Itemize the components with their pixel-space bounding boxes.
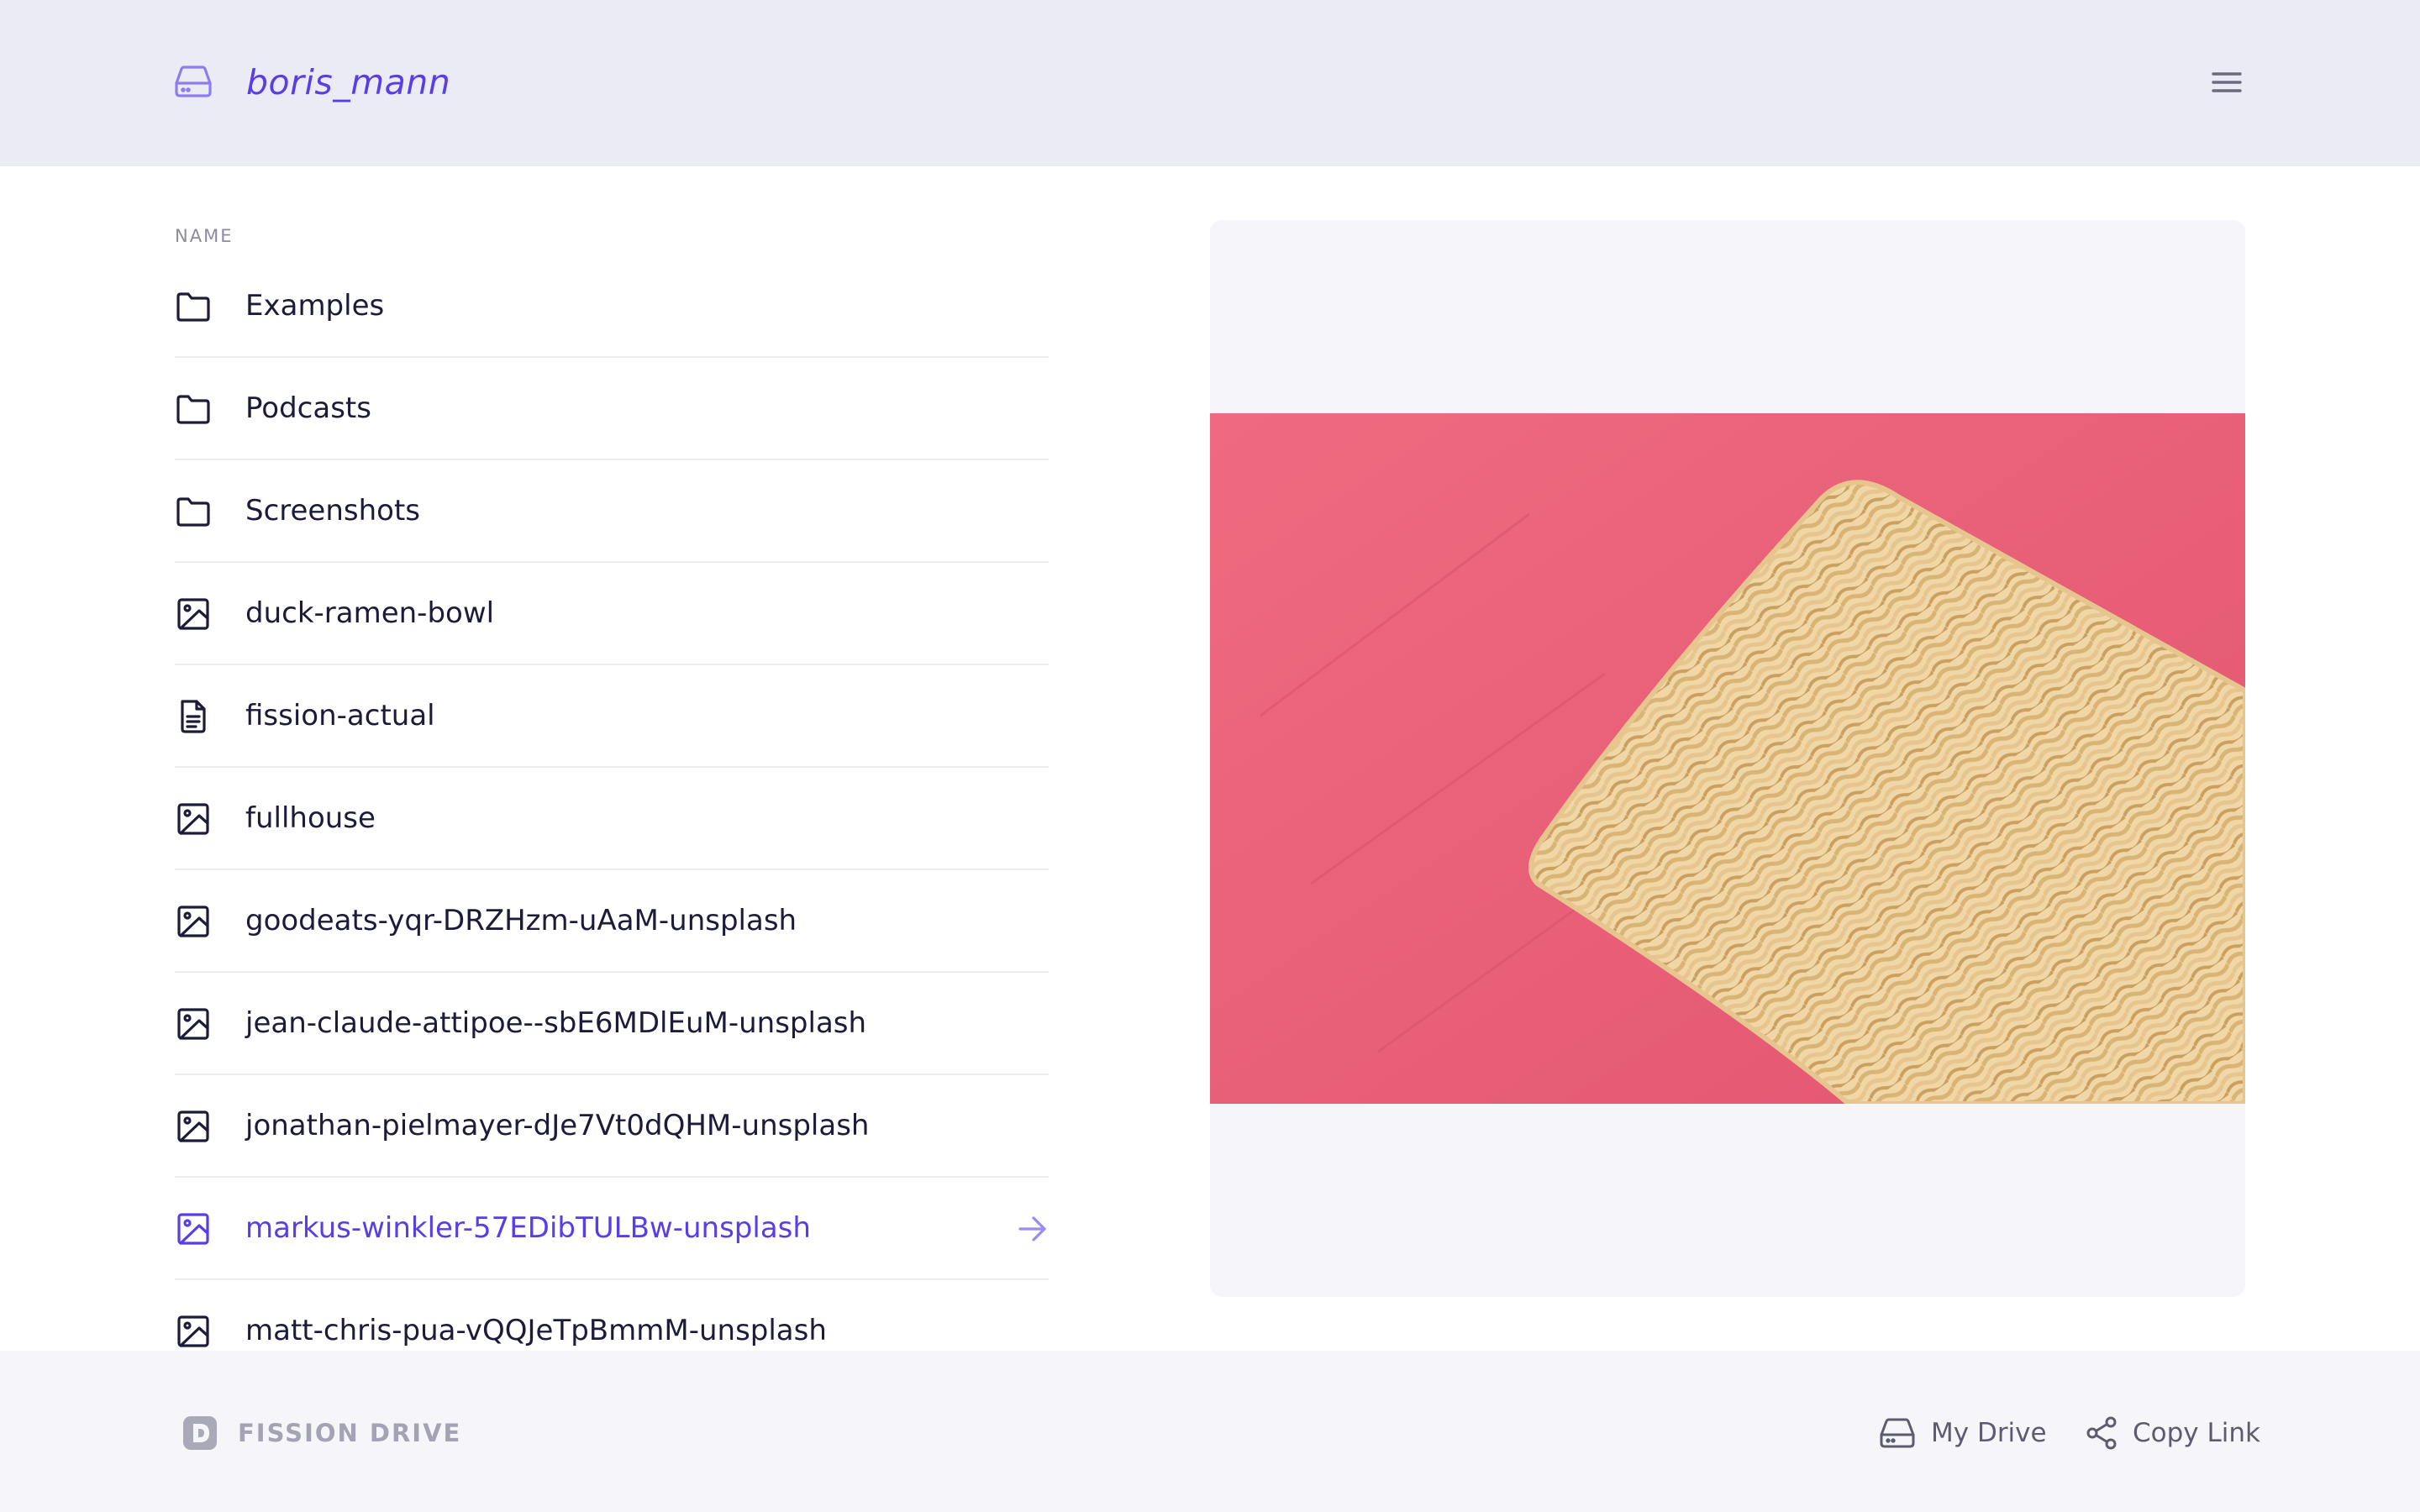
file-name: matt-chris-pua-vQQJeTpBmmM-unsplash bbox=[245, 1314, 827, 1347]
file-name: goodeats-yqr-DRZHzm-uAaM-unsplash bbox=[245, 904, 797, 937]
share-icon bbox=[2086, 1416, 2117, 1450]
my-drive-button[interactable]: My Drive bbox=[1879, 1411, 2047, 1455]
file-name: Podcasts bbox=[245, 391, 371, 425]
file-name: jonathan-pielmayer-dJe7Vt0dQHM-unsplash bbox=[245, 1109, 870, 1142]
file-name: Examples bbox=[245, 289, 385, 323]
hard-drive-icon bbox=[1880, 1418, 1915, 1448]
file-list: Examples Podcasts Screenshots duck-ramen… bbox=[175, 255, 1049, 1383]
name-column-header[interactable]: NAME bbox=[175, 225, 233, 247]
image-icon bbox=[177, 1110, 209, 1142]
file-row[interactable]: Podcasts bbox=[175, 358, 1049, 460]
file-preview-panel bbox=[1210, 220, 2245, 1297]
file-name: fission-actual bbox=[245, 699, 435, 732]
copy-link-button[interactable]: Copy Link bbox=[2084, 1411, 2260, 1455]
file-row[interactable]: Examples bbox=[175, 255, 1049, 358]
hard-drive-icon bbox=[175, 66, 212, 97]
folder-icon bbox=[176, 497, 210, 527]
file-row-selected[interactable]: markus-winkler-57EDibTULBw-unsplash bbox=[175, 1178, 1049, 1280]
image-icon bbox=[177, 803, 209, 835]
ramen-noodles-image bbox=[1210, 413, 2245, 1104]
image-icon bbox=[177, 1315, 209, 1347]
file-row[interactable]: Screenshots bbox=[175, 460, 1049, 563]
copy-link-label: Copy Link bbox=[2133, 1418, 2260, 1448]
hamburger-menu-icon[interactable] bbox=[2208, 66, 2245, 99]
file-name: duck-ramen-bowl bbox=[245, 596, 495, 630]
file-row[interactable]: fission-actual bbox=[175, 665, 1049, 768]
folder-icon bbox=[176, 395, 210, 424]
document-icon bbox=[181, 700, 206, 733]
arrow-right-icon[interactable] bbox=[1017, 1214, 1049, 1244]
brand-name[interactable]: FISSION DRIVE bbox=[238, 1415, 461, 1452]
file-name: jean-claude-attipoe--sbE6MDlEuM-unsplash bbox=[245, 1006, 867, 1040]
fission-logo-icon[interactable] bbox=[182, 1415, 218, 1452]
app-footer: FISSION DRIVE My Drive Copy Link bbox=[0, 1351, 2420, 1512]
image-icon bbox=[177, 1008, 209, 1040]
file-row[interactable]: goodeats-yqr-DRZHzm-uAaM-unsplash bbox=[175, 870, 1049, 973]
image-icon bbox=[177, 1213, 209, 1245]
image-icon bbox=[177, 906, 209, 937]
my-drive-label: My Drive bbox=[1931, 1418, 2047, 1448]
file-row[interactable]: duck-ramen-bowl bbox=[175, 563, 1049, 665]
file-row[interactable]: fullhouse bbox=[175, 768, 1049, 870]
folder-icon bbox=[176, 292, 210, 322]
file-row[interactable]: jean-claude-attipoe--sbE6MDlEuM-unsplash bbox=[175, 973, 1049, 1075]
file-name: Screenshots bbox=[245, 494, 421, 528]
app-header: boris_mann bbox=[0, 0, 2420, 166]
file-row[interactable]: jonathan-pielmayer-dJe7Vt0dQHM-unsplash bbox=[175, 1075, 1049, 1178]
file-name: fullhouse bbox=[245, 801, 376, 835]
file-name: markus-winkler-57EDibTULBw-unsplash bbox=[245, 1211, 811, 1245]
image-icon bbox=[177, 598, 209, 630]
username-link[interactable]: boris_mann bbox=[246, 59, 450, 106]
